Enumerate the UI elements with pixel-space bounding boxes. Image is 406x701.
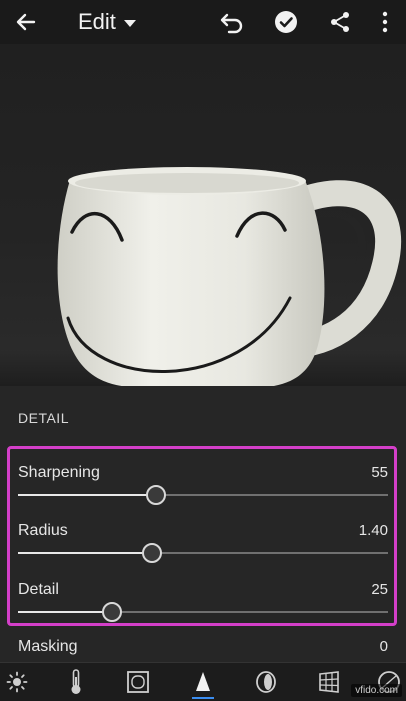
light-tool-button[interactable] [0,663,34,701]
effects-vignette-tool-button[interactable] [121,663,155,701]
optics-icon [256,671,276,693]
slider-track[interactable] [18,543,388,563]
geometry-icon [319,671,339,693]
slider-label: Radius [18,522,68,539]
more-vertical-icon [382,11,388,33]
photo-canvas[interactable] [0,0,406,386]
back-button[interactable] [8,0,44,44]
more-options-button[interactable] [368,0,402,44]
share-icon [331,12,349,32]
slider-value: 1.40 [358,522,388,539]
undo-icon [220,13,243,34]
masking-label: Masking [18,638,78,655]
edit-mode-dropdown[interactable]: Edit [78,0,136,44]
vignette-icon [127,671,149,693]
slider-track[interactable] [18,602,388,622]
done-button[interactable] [268,0,304,44]
detail-tool-button[interactable] [186,663,220,701]
slider-fill [18,611,111,613]
masking-value: 0 [379,638,388,655]
masking-row[interactable]: Masking 0 [18,638,388,662]
detail-slider-row: Detail 25 [18,581,388,637]
checkmark-circle-icon [275,11,297,33]
undo-button[interactable] [214,0,250,44]
top-app-bar: Edit [0,0,406,44]
color-tool-button[interactable] [59,663,93,701]
slider-thumb[interactable] [101,602,122,622]
light-icon [6,671,28,693]
slider-label: Sharpening [18,464,100,481]
slider-value: 55 [371,464,388,481]
slider-value: 25 [371,581,388,598]
slider-label: Detail [18,581,59,598]
geometry-tool-button[interactable] [312,663,346,701]
mug-photo [0,167,406,386]
arrow-left-icon [16,13,36,31]
color-temperature-icon [71,669,81,694]
slider-thumb[interactable] [145,485,166,505]
slider-fill [18,494,155,496]
sharpening-slider-row: Sharpening 55 [18,464,388,520]
page-title: Edit [78,9,116,34]
slider-thumb[interactable] [142,543,163,563]
section-title: DETAIL [18,410,69,426]
optics-tool-button[interactable] [249,663,283,701]
slider-fill [18,552,152,554]
watermark-label: vfido.com [351,684,402,697]
caret-down-icon [123,19,136,27]
slider-track[interactable] [18,485,388,505]
radius-slider-row: Radius 1.40 [18,522,388,578]
detail-icon [196,672,210,691]
detail-panel: DETAIL Sharpening 55 Radius 1.40 Detail … [0,386,406,662]
share-button[interactable] [322,0,358,44]
edit-tools-bar: vfido.com [0,662,406,701]
